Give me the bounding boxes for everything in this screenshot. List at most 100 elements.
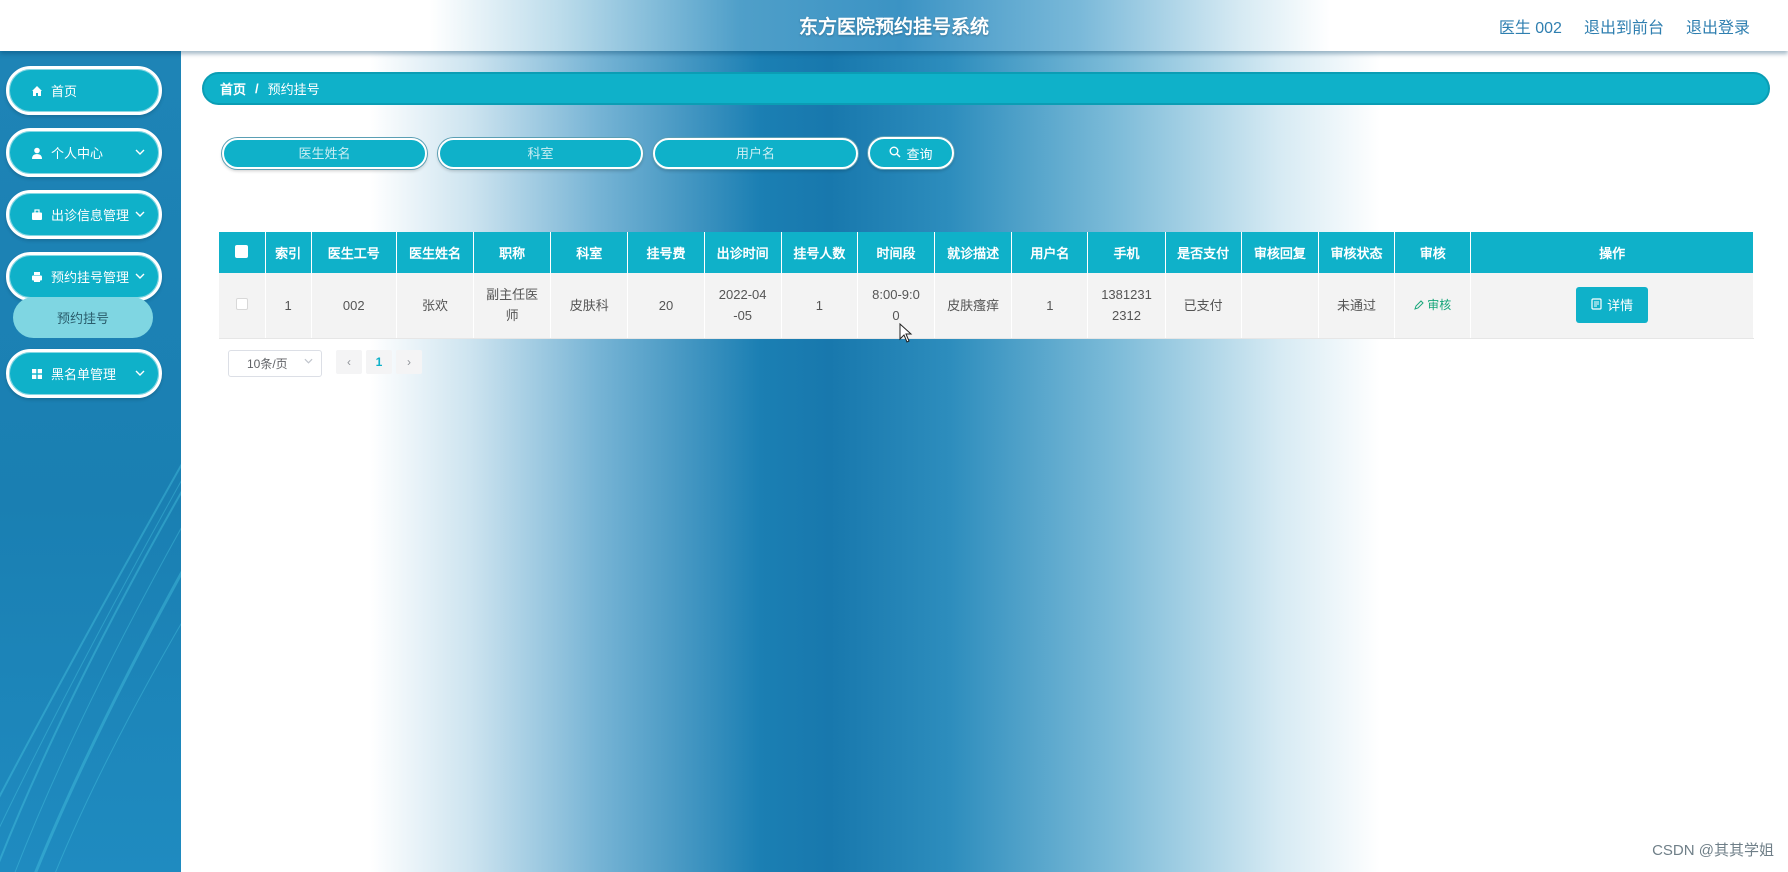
prev-page-button[interactable]: ‹ xyxy=(336,350,362,374)
cell-reply xyxy=(1241,273,1319,339)
top-header: 东方医院预约挂号系统 医生 002 退出到前台 退出登录 xyxy=(0,0,1788,51)
detail-button-label: 详情 xyxy=(1607,297,1634,313)
appointment-table: 索引 医生工号 医生姓名 职称 科室 挂号费 出诊时间 挂号人数 时间段 就诊描… xyxy=(219,232,1754,339)
username-field[interactable] xyxy=(653,138,858,169)
cell-username: 1 xyxy=(1011,273,1089,339)
cell-count: 1 xyxy=(781,273,858,339)
grid-icon xyxy=(31,368,43,380)
user-icon xyxy=(31,147,43,159)
column-header: 手机 xyxy=(1087,232,1166,273)
cell-time-slot: 8:00-9:0 0 xyxy=(857,273,936,339)
next-page-button[interactable]: › xyxy=(396,350,422,374)
cell-title-line2: 师 xyxy=(505,308,519,324)
breadcrumb-separator: / xyxy=(255,81,259,96)
sidebar-decoration xyxy=(0,463,181,872)
table-row: 1 002 张欢 副主任医师 皮肤科 20 2022-04 -05 1 8:00-… xyxy=(219,273,1754,339)
review-link[interactable]: 审核 xyxy=(1414,298,1451,312)
watermark: CSDN @其其学姐 xyxy=(1652,842,1774,859)
column-header: 是否支付 xyxy=(1165,232,1242,273)
column-header: 职称 xyxy=(473,232,552,273)
sidebar: 首页 个人中心 出诊信息管理 预约挂号管理 预约挂号 黑名单管理 xyxy=(0,51,181,872)
doctor-name-field[interactable] xyxy=(222,138,427,169)
home-icon xyxy=(31,85,43,97)
cell-actions: 详情 xyxy=(1470,273,1754,339)
page-size-value: 10条/页 xyxy=(247,357,288,371)
row-checkbox[interactable] xyxy=(235,297,248,310)
briefcase-icon xyxy=(31,208,43,221)
cell-time-slot-line2: 0 xyxy=(892,308,900,324)
column-header: 出诊时间 xyxy=(704,232,782,273)
edit-icon xyxy=(1414,300,1424,311)
detail-button[interactable]: 详情 xyxy=(1576,287,1649,324)
chevron-down-icon xyxy=(135,209,145,221)
column-header: 操作 xyxy=(1470,232,1754,273)
cell-visit-date-line1: 2022-04 xyxy=(718,287,767,303)
column-header: 审核状态 xyxy=(1318,232,1396,273)
row-select-cell[interactable] xyxy=(219,273,266,339)
mouse-cursor-icon xyxy=(899,323,913,343)
sidebar-item-label: 出诊信息管理 xyxy=(51,208,130,223)
current-user-label[interactable]: 医生 002 xyxy=(1499,14,1562,38)
cell-title: 副主任医师 xyxy=(473,273,552,339)
cell-fee: 20 xyxy=(627,273,705,339)
sidebar-item-blacklist[interactable]: 黑名单管理 xyxy=(6,349,162,398)
breadcrumb: 首页 / 预约挂号 xyxy=(202,72,1770,105)
cell-visit-date-line2: -05 xyxy=(733,308,753,324)
sidebar-subitem-appointment[interactable]: 预约挂号 xyxy=(13,297,153,338)
pager: ‹ 1 › xyxy=(336,350,422,374)
sidebar-item-label: 预约挂号管理 xyxy=(51,270,130,285)
breadcrumb-home[interactable]: 首页 xyxy=(220,79,246,98)
review-link-label: 审核 xyxy=(1427,298,1452,313)
sidebar-item-visit-info[interactable]: 出诊信息管理 xyxy=(6,190,162,239)
select-all-checkbox[interactable] xyxy=(235,244,249,258)
column-header: 科室 xyxy=(550,232,629,273)
cell-time-slot-line1: 8:00-9:0 xyxy=(872,287,920,303)
column-header: 用户名 xyxy=(1011,232,1089,273)
cell-department: 皮肤科 xyxy=(550,273,629,339)
column-header: 索引 xyxy=(265,232,312,273)
query-button-label: 查询 xyxy=(906,146,933,162)
document-icon xyxy=(1591,295,1602,316)
chevron-down-icon xyxy=(135,368,145,380)
back-to-front-link[interactable]: 退出到前台 xyxy=(1584,14,1664,38)
cell-paid: 已支付 xyxy=(1165,273,1242,339)
chevron-down-icon xyxy=(304,357,313,368)
page-size-select[interactable]: 10条/页 xyxy=(228,350,322,377)
chevron-down-icon xyxy=(135,147,145,159)
department-field[interactable] xyxy=(438,138,643,169)
sidebar-item-label: 个人中心 xyxy=(51,146,104,161)
cell-visit-date: 2022-04 -05 xyxy=(704,273,782,339)
cell-phone-line2: 2312 xyxy=(1112,308,1141,324)
cell-doctor-name: 张欢 xyxy=(396,273,475,339)
search-icon xyxy=(889,146,901,161)
cell-phone-line1: 1381231 xyxy=(1101,287,1152,303)
cell-review: 审核 xyxy=(1394,273,1472,339)
sidebar-item-label: 首页 xyxy=(51,84,78,99)
doctor-name-input[interactable] xyxy=(224,140,425,167)
logout-link[interactable]: 退出登录 xyxy=(1686,14,1750,38)
printer-icon xyxy=(31,271,43,283)
cell-doctor-id: 002 xyxy=(311,273,397,339)
username-input[interactable] xyxy=(655,140,856,167)
header-actions: 医生 002 退出到前台 退出登录 xyxy=(1499,14,1750,38)
cell-description: 皮肤瘙痒 xyxy=(934,273,1013,339)
select-all-cell[interactable] xyxy=(219,232,266,273)
table-header-row: 索引 医生工号 医生姓名 职称 科室 挂号费 出诊时间 挂号人数 时间段 就诊描… xyxy=(219,232,1754,273)
sidebar-item-label: 黑名单管理 xyxy=(51,367,117,382)
department-input[interactable] xyxy=(440,140,641,167)
cell-phone: 1381231 2312 xyxy=(1087,273,1166,339)
cell-index: 1 xyxy=(265,273,312,339)
sidebar-item-personal-center[interactable]: 个人中心 xyxy=(6,128,162,177)
sidebar-item-appointment-mgmt[interactable]: 预约挂号管理 xyxy=(6,252,162,301)
column-header: 审核回复 xyxy=(1241,232,1319,273)
cell-status: 未通过 xyxy=(1318,273,1396,339)
column-header: 时间段 xyxy=(857,232,936,273)
page-number[interactable]: 1 xyxy=(366,350,392,374)
column-header: 医生姓名 xyxy=(396,232,475,273)
cell-title-line1: 副主任医 xyxy=(486,287,539,303)
column-header: 审核 xyxy=(1394,232,1472,273)
chevron-down-icon xyxy=(135,271,145,283)
sidebar-item-home[interactable]: 首页 xyxy=(6,66,162,115)
query-button[interactable]: 查询 xyxy=(868,137,954,169)
column-header: 就诊描述 xyxy=(934,232,1013,273)
